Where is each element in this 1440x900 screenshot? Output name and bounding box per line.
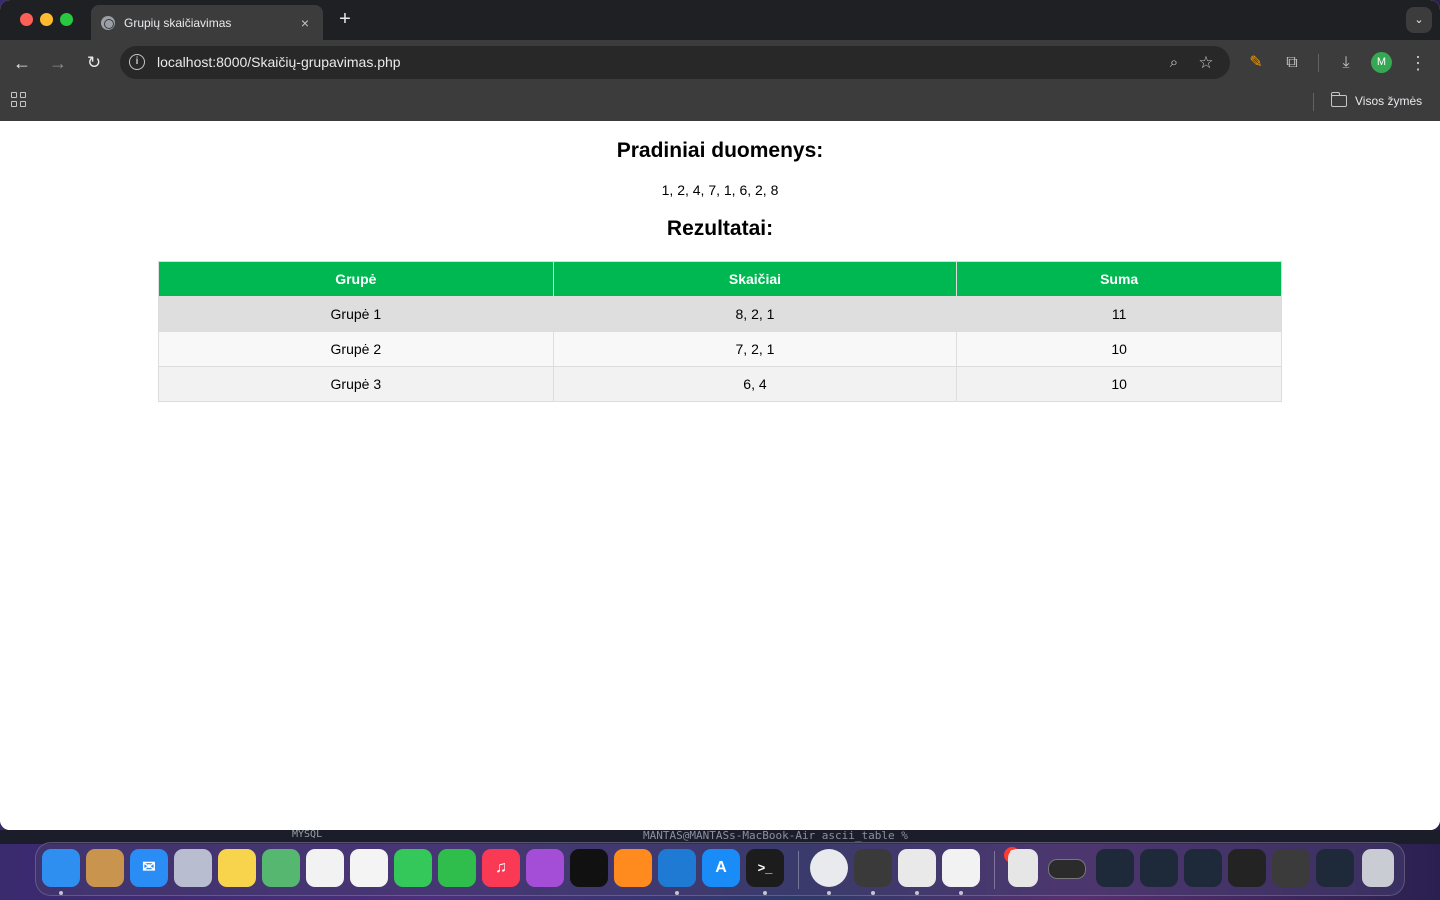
zoom-icon[interactable]: ⌕ xyxy=(1163,52,1185,74)
table-row: Grupė 1 8, 2, 1 11 xyxy=(158,296,1282,332)
reload-button[interactable]: ↻ xyxy=(82,51,106,75)
textedit-icon[interactable] xyxy=(898,849,936,887)
profile-avatar[interactable]: M xyxy=(1371,52,1392,73)
toolbar-divider xyxy=(1318,54,1319,72)
minimize-window-button[interactable] xyxy=(40,13,53,26)
close-window-button[interactable] xyxy=(20,13,33,26)
bookmarks-divider xyxy=(1313,93,1314,111)
chrome-icon[interactable] xyxy=(810,849,848,887)
launchpad-icon[interactable] xyxy=(174,849,212,887)
browser-window: Grupių skaičiavimas × + ⌄ ← → ↻ i localh… xyxy=(0,0,1440,830)
vscode-icon[interactable] xyxy=(658,849,696,887)
table-cell: 6, 4 xyxy=(552,366,958,402)
minimized-window-thumbnail[interactable] xyxy=(1228,849,1266,887)
dock-divider xyxy=(994,851,995,889)
table-header-row: Grupė Skaičiai Suma xyxy=(158,261,1282,297)
running-indicator xyxy=(959,891,963,895)
maps-icon[interactable] xyxy=(262,849,300,887)
column-header-numbers: Skaičiai xyxy=(552,261,958,297)
column-header-sum: Suma xyxy=(956,261,1282,297)
table-cell: 10 xyxy=(956,366,1282,402)
dock-divider xyxy=(798,851,799,889)
table-cell: Grupė 3 xyxy=(158,366,554,402)
photos-icon[interactable] xyxy=(350,849,388,887)
all-bookmarks-label: Visos žymės xyxy=(1355,94,1423,108)
table-cell: 10 xyxy=(956,331,1282,367)
trash-icon[interactable] xyxy=(1362,849,1394,887)
address-bar[interactable]: i localhost:8000/Skaičių-grupavimas.php … xyxy=(120,46,1230,79)
arrow-left-icon: ← xyxy=(13,53,31,73)
tab-bar: Grupių skaičiavimas × + ⌄ xyxy=(0,0,1440,40)
page-content: Pradiniai duomenys: 1, 2, 4, 7, 1, 6, 2,… xyxy=(0,121,1440,830)
terminal-icon[interactable]: >_ xyxy=(746,849,784,887)
bookmark-star-icon[interactable]: ☆ xyxy=(1195,52,1217,74)
running-indicator xyxy=(59,891,63,895)
all-bookmarks-button[interactable]: Visos žymės xyxy=(1330,92,1423,108)
download-icon[interactable]: ⤓ xyxy=(1334,51,1358,75)
results-heading: Rezultatai: xyxy=(666,217,774,240)
results-table: Grupė Skaičiai Suma Grupė 1 8, 2, 1 11 G… xyxy=(158,261,1282,402)
running-indicator xyxy=(871,891,875,895)
more-menu-icon[interactable]: ⋮ xyxy=(1406,51,1430,75)
facetime-icon[interactable] xyxy=(438,849,476,887)
tab-title: Grupių skaičiavimas xyxy=(124,15,232,30)
table-cell: 8, 2, 1 xyxy=(552,296,958,332)
tab-search-button[interactable]: ⌄ xyxy=(1406,7,1432,33)
podcasts-icon[interactable] xyxy=(526,849,564,887)
running-indicator xyxy=(915,891,919,895)
table-cell: Grupė 1 xyxy=(158,296,554,332)
folder-icon xyxy=(1330,92,1347,107)
mail-icon[interactable]: ✉ xyxy=(130,849,168,887)
tab-close-icon[interactable]: × xyxy=(297,15,313,31)
minimized-window-thumbnail[interactable] xyxy=(1048,859,1086,879)
minimized-window-thumbnail[interactable] xyxy=(1316,849,1354,887)
running-indicator xyxy=(675,891,679,895)
pen-extension-icon[interactable]: ✎ xyxy=(1244,51,1268,75)
keychain-icon[interactable] xyxy=(854,849,892,887)
running-indicator xyxy=(827,891,831,895)
back-button[interactable]: ← xyxy=(10,51,34,75)
background-sidebar-text: MYSQL xyxy=(292,829,323,840)
contacts-icon[interactable] xyxy=(86,849,124,887)
table-row: Grupė 2 7, 2, 1 10 xyxy=(158,331,1282,367)
reminders-icon[interactable] xyxy=(306,849,344,887)
site-info-icon[interactable]: i xyxy=(129,54,145,70)
reload-icon: ↻ xyxy=(86,53,102,72)
notes-icon[interactable] xyxy=(218,849,256,887)
messages-icon[interactable] xyxy=(394,849,432,887)
table-cell: Grupė 2 xyxy=(158,331,554,367)
minimized-window-thumbnail[interactable] xyxy=(1096,849,1134,887)
column-header-group: Grupė xyxy=(158,261,554,297)
fullscreen-window-button[interactable] xyxy=(60,13,73,26)
table-cell: 11 xyxy=(956,296,1282,332)
running-indicator xyxy=(763,891,767,895)
table-row: Grupė 3 6, 4 10 xyxy=(158,366,1282,402)
dock: ✉ ♫ A >_ 1 xyxy=(35,842,1405,896)
initial-values-text: 1, 2, 4, 7, 1, 6, 2, 8 xyxy=(661,182,779,198)
finder-icon[interactable] xyxy=(42,849,80,887)
tab-active[interactable]: Grupių skaičiavimas × xyxy=(91,5,323,40)
initial-data-heading: Pradiniai duomenys: xyxy=(616,139,824,162)
globe-icon xyxy=(101,15,115,30)
tv-icon[interactable] xyxy=(570,849,608,887)
new-tab-button[interactable]: + xyxy=(334,8,356,30)
minimized-window-thumbnail[interactable] xyxy=(1272,849,1310,887)
office-installer-icon[interactable] xyxy=(942,849,980,887)
apps-grid-icon[interactable] xyxy=(11,92,27,108)
extensions-puzzle-icon[interactable]: ⧉ xyxy=(1280,51,1304,75)
minimized-window-thumbnail[interactable] xyxy=(1184,849,1222,887)
browser-toolbar: ← → ↻ i localhost:8000/Skaičių-grupavima… xyxy=(0,40,1440,85)
forward-button[interactable]: → xyxy=(46,51,70,75)
music-icon[interactable]: ♫ xyxy=(482,849,520,887)
bookmarks-bar: Visos žymės xyxy=(0,85,1440,121)
background-terminal-text: MANTAS@MANTASs-MacBook-Air ascii_table % xyxy=(643,829,908,842)
url-text[interactable]: localhost:8000/Skaičių-grupavimas.php xyxy=(157,54,401,70)
table-cell: 7, 2, 1 xyxy=(552,331,958,367)
chevron-down-icon: ⌄ xyxy=(1414,14,1424,26)
arrow-right-icon: → xyxy=(49,53,67,73)
minimized-window-thumbnail[interactable] xyxy=(1140,849,1178,887)
books-icon[interactable] xyxy=(614,849,652,887)
app-store-icon[interactable]: A xyxy=(702,849,740,887)
document-icon[interactable] xyxy=(1008,849,1038,887)
